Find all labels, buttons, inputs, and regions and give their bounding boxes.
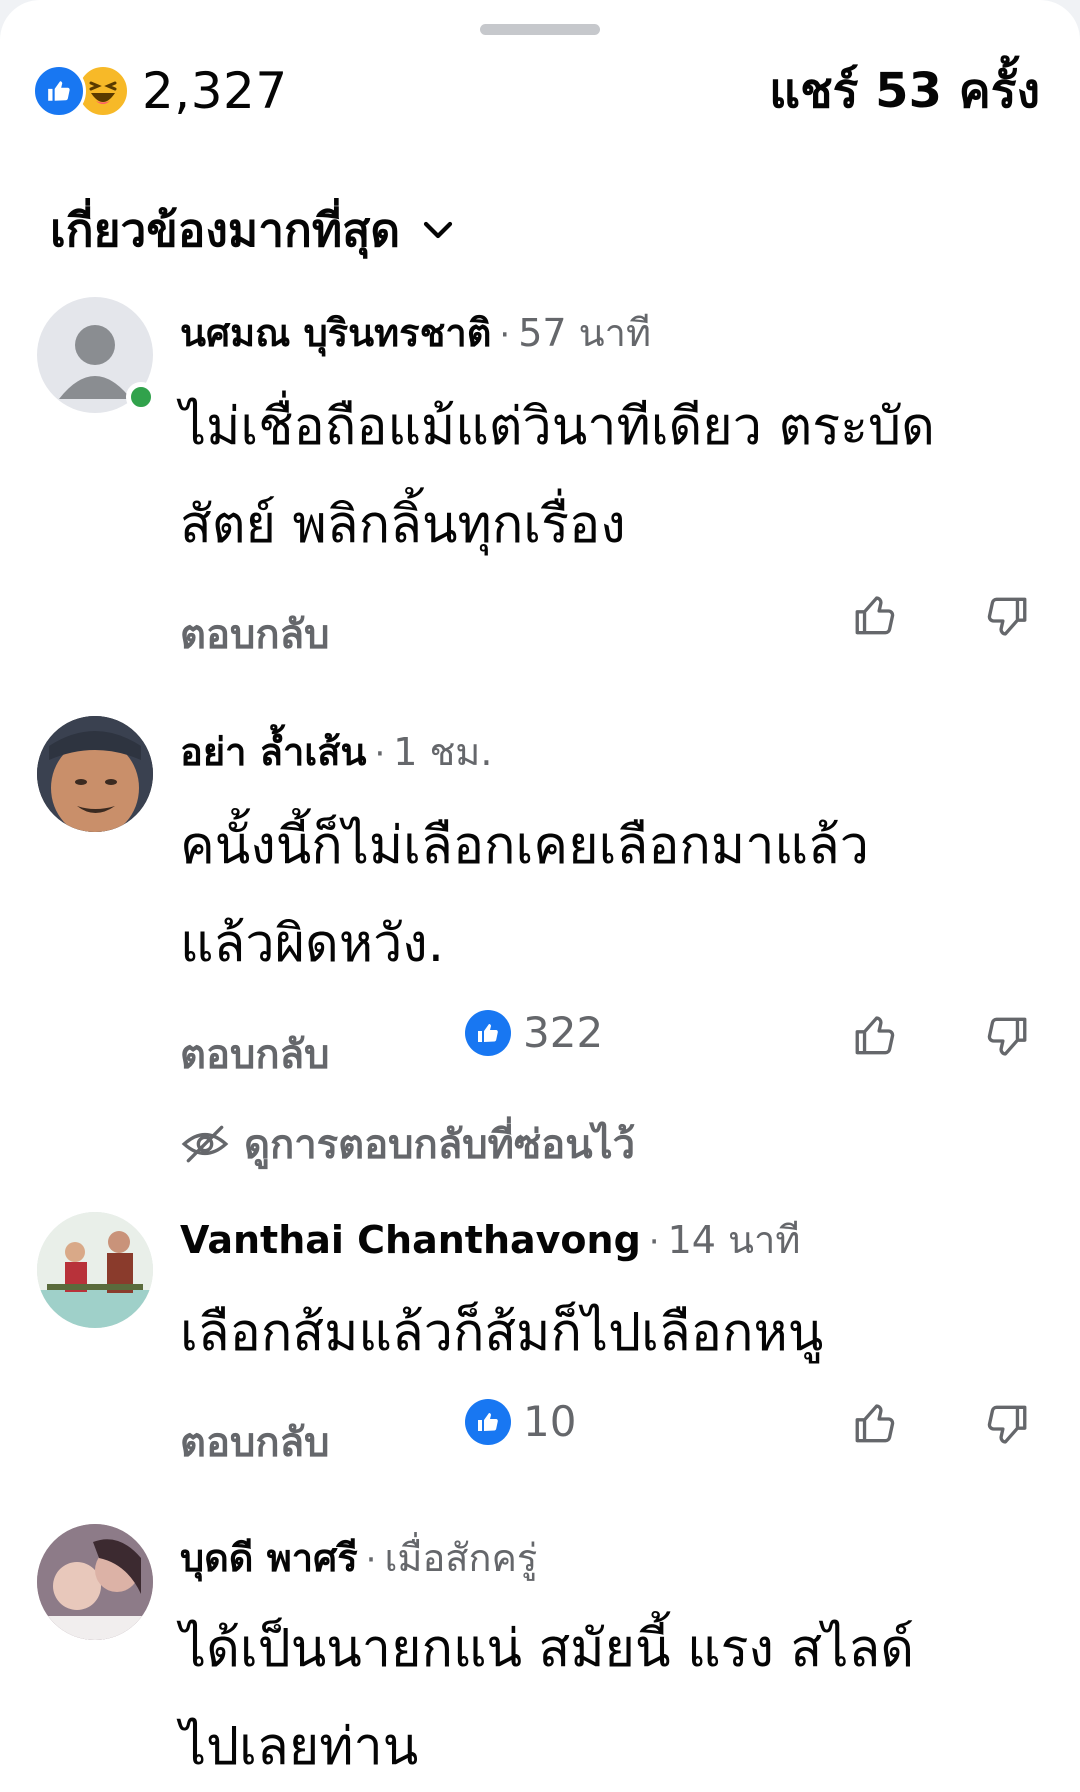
comment-line: ได้เป็นนายกแน่ สมัยนี้ แรง สไลด์ (180, 1619, 914, 1679)
comment-time[interactable]: 1 ชม. (393, 730, 492, 774)
comment-reaction-count: 10 (523, 1397, 577, 1446)
comment-sort-dropdown[interactable]: เกี่ยวข้องมากที่สุด (50, 195, 456, 265)
meta-separator: · (365, 1540, 377, 1580)
comments-sheet: 2,327 แชร์ 53 ครั้ง เกี่ยวข้องมากที่สุด … (0, 0, 1080, 1792)
thumbs-up-icon (855, 1016, 895, 1055)
meta-separator: · (648, 1222, 660, 1262)
downvote-button[interactable] (980, 590, 1032, 642)
online-status-indicator (126, 382, 156, 412)
meta-separator: · (374, 734, 386, 774)
meta-separator: · (499, 315, 511, 355)
comment-reactions[interactable]: 10 (465, 1397, 576, 1446)
author-name[interactable]: Vanthai Chanthavong (180, 1218, 641, 1262)
share-count[interactable]: แชร์ 53 ครั้ง (769, 58, 1040, 124)
comment-meta: อย่า ล้ำเส้น · 1 ชม. (180, 724, 492, 780)
reply-button[interactable]: ตอบกลับ (180, 1410, 330, 1474)
thumbs-up-icon (855, 596, 895, 635)
view-hidden-replies-link[interactable]: ดูการตอบกลับที่ซ่อนไว้ (180, 1112, 635, 1176)
comment-time[interactable]: 57 นาที (518, 311, 651, 355)
author-name[interactable]: อย่า ล้ำเส้น (180, 730, 366, 774)
comment-text: คนั้งนี้ก็ไม่เลือกเคยเลือกมาแล้ว แล้วผิด… (180, 797, 1050, 993)
author-name[interactable]: นศมณ บุรินทรชาติ (180, 311, 491, 355)
eye-slash-icon (181, 1125, 229, 1163)
like-reaction-icon (465, 1398, 511, 1445)
downvote-button[interactable] (980, 1010, 1032, 1062)
comment-line: เลือกส้มแล้วก็ส้มก็ไปเลือกหนู (180, 1303, 824, 1363)
thumbs-down-icon (987, 1017, 1027, 1056)
avatar[interactable] (37, 716, 153, 832)
downvote-button[interactable] (980, 1398, 1032, 1450)
upvote-button[interactable] (850, 1010, 902, 1062)
thumbs-down-icon (987, 597, 1027, 636)
reply-button[interactable]: ตอบกลับ (180, 602, 330, 666)
reactions-summary[interactable]: 2,327 (32, 58, 288, 124)
hidden-replies-label: ดูการตอบกลับที่ซ่อนไว้ (244, 1122, 636, 1168)
avatar[interactable] (37, 1524, 153, 1640)
drag-handle[interactable] (480, 24, 600, 35)
comment-reactions[interactable]: 322 (465, 1008, 603, 1057)
author-name[interactable]: บุดดี พาศรี (180, 1536, 358, 1580)
comment-line: ไปเลยท่าน (180, 1717, 419, 1777)
comment-line: แล้วผิดหวัง. (180, 914, 445, 974)
sort-label: เกี่ยวข้องมากที่สุด (50, 202, 401, 257)
comment-line: ไม่เชื่อถือแม้แต่วินาทีเดียว ตระบัด (180, 397, 935, 457)
comment-text: ไม่เชื่อถือแม้แต่วินาทีเดียว ตระบัด สัตย… (180, 378, 1050, 574)
upvote-button[interactable] (850, 590, 902, 642)
reply-button[interactable]: ตอบกลับ (180, 1022, 330, 1086)
comment-meta: นศมณ บุรินทรชาติ · 57 นาที (180, 305, 651, 361)
comment-line: สัตย์ พลิกลิ้นทุกเรื่อง (180, 495, 626, 555)
comment-meta: บุดดี พาศรี · เมื่อสักครู่ (180, 1530, 537, 1586)
comment-time[interactable]: 14 นาที (668, 1218, 801, 1262)
comment-meta: Vanthai Chanthavong · 14 นาที (180, 1212, 800, 1268)
upvote-button[interactable] (850, 1398, 902, 1450)
comment-reaction-count: 322 (523, 1008, 604, 1057)
like-reaction-icon (465, 1009, 511, 1056)
comment-line: คนั้งนี้ก็ไม่เลือกเคยเลือกมาแล้ว (180, 816, 869, 876)
chevron-down-icon (420, 212, 456, 248)
comment-text: ได้เป็นนายกแน่ สมัยนี้ แรง สไลด์ ไปเลยท่… (180, 1600, 1050, 1792)
avatar[interactable] (37, 1212, 153, 1328)
comment-time[interactable]: เมื่อสักครู่ (384, 1536, 537, 1580)
thumbs-up-icon (855, 1404, 895, 1443)
like-reaction-icon (32, 64, 86, 118)
comment-text: เลือกส้มแล้วก็ส้มก็ไปเลือกหนู (180, 1284, 1050, 1382)
thumbs-down-icon (987, 1405, 1027, 1444)
reaction-count: 2,327 (142, 62, 288, 120)
